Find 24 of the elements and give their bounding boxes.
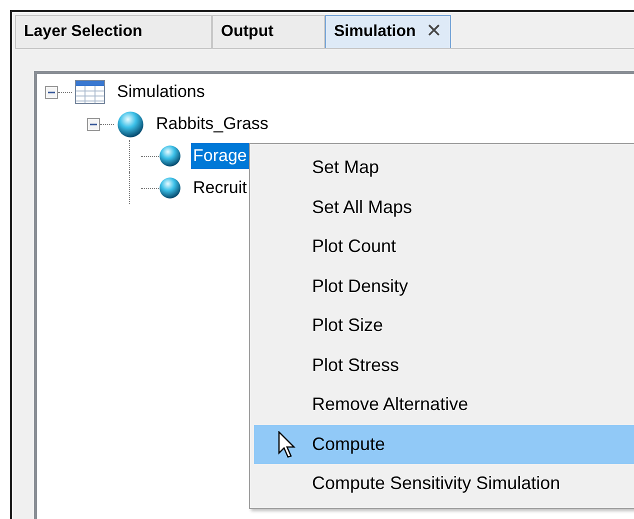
menu-item[interactable]: Plot Stress [254,346,634,385]
tab[interactable]: Output [212,15,325,48]
tree-item[interactable]: Rabbits_Grass [154,111,270,137]
tree-item[interactable]: Recruit [191,175,249,201]
tab[interactable]: Layer Selection [15,15,212,48]
sphere-icon [159,177,181,199]
collapse-icon[interactable] [45,86,58,98]
tab[interactable]: Simulation ✕ [325,15,451,48]
tree-item[interactable]: Forage [191,143,249,169]
table-icon [75,80,105,104]
menu-item[interactable]: Compute Sensitivity Simulation [254,464,634,504]
menu-item[interactable]: Plot Size [254,306,634,346]
menu-item[interactable]: Plot Count [254,227,634,266]
collapse-icon[interactable] [87,118,100,130]
cursor-icon [278,430,296,458]
menu-item[interactable]: Plot Density [254,266,634,306]
menu-item[interactable]: Set All Maps [254,188,634,227]
menu-item[interactable]: Compute [254,424,634,464]
menu-item[interactable]: Remove Alternative [254,385,634,424]
close-button[interactable]: ✕ [426,18,442,46]
menu-item[interactable]: Set Map [254,148,634,188]
sphere-icon [117,110,144,138]
tree-item[interactable]: Simulations [115,79,207,105]
sphere-icon [159,145,181,167]
